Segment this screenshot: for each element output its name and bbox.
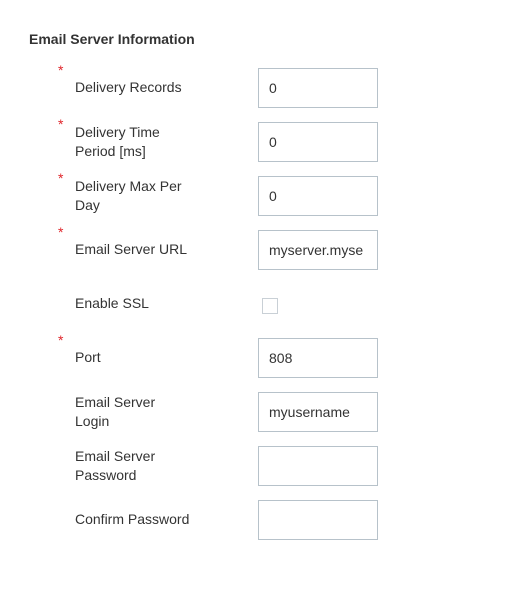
- email-server-password-row: Email Server Password: [0, 446, 524, 486]
- email-server-password-label: Email Server Password: [75, 448, 156, 483]
- email-server-login-label: Email Server Login: [75, 394, 156, 429]
- delivery-records-label: Delivery Records: [75, 79, 182, 95]
- delivery-time-period-input[interactable]: [259, 123, 377, 161]
- delivery-records-input[interactable]: [259, 69, 377, 107]
- email-server-login-input[interactable]: [259, 393, 377, 431]
- port-label: Port: [75, 349, 101, 365]
- port-field[interactable]: [258, 338, 378, 378]
- delivery-max-per-day-row: * Delivery Max Per Day: [0, 171, 524, 216]
- confirm-password-input[interactable]: [259, 501, 377, 539]
- enable-ssl-row: Enable SSL: [0, 284, 524, 324]
- email-server-password-field[interactable]: [258, 446, 378, 486]
- required-marker: *: [58, 62, 64, 78]
- port-input[interactable]: [259, 339, 377, 377]
- confirm-password-field[interactable]: [258, 500, 378, 540]
- delivery-max-per-day-label: Delivery Max Per Day: [75, 178, 182, 213]
- required-marker: *: [58, 170, 64, 186]
- required-marker: *: [58, 224, 64, 240]
- enable-ssl-label: Enable SSL: [75, 295, 149, 311]
- email-server-password-input[interactable]: [259, 447, 377, 485]
- delivery-records-field[interactable]: [258, 68, 378, 108]
- section-title: Email Server Information: [29, 31, 195, 47]
- confirm-password-label: Confirm Password: [75, 511, 190, 527]
- delivery-max-per-day-field[interactable]: [258, 176, 378, 216]
- email-server-url-label: Email Server URL: [75, 241, 188, 257]
- port-row: * Port: [0, 333, 524, 378]
- delivery-max-per-day-input[interactable]: [259, 177, 377, 215]
- email-server-url-field[interactable]: [258, 230, 378, 270]
- email-server-url-input[interactable]: [259, 231, 377, 269]
- email-server-login-field[interactable]: [258, 392, 378, 432]
- required-marker: *: [58, 332, 64, 348]
- delivery-records-row: * Delivery Records: [0, 63, 524, 108]
- enable-ssl-checkbox[interactable]: [262, 298, 278, 314]
- delivery-time-period-label: Delivery Time Period [ms]: [75, 124, 160, 159]
- delivery-time-period-field[interactable]: [258, 122, 378, 162]
- required-marker: *: [58, 116, 64, 132]
- delivery-time-period-row: * Delivery Time Period [ms]: [0, 117, 524, 162]
- confirm-password-row: Confirm Password: [0, 500, 524, 540]
- email-server-url-row: * Email Server URL: [0, 225, 524, 270]
- email-server-login-row: Email Server Login: [0, 392, 524, 432]
